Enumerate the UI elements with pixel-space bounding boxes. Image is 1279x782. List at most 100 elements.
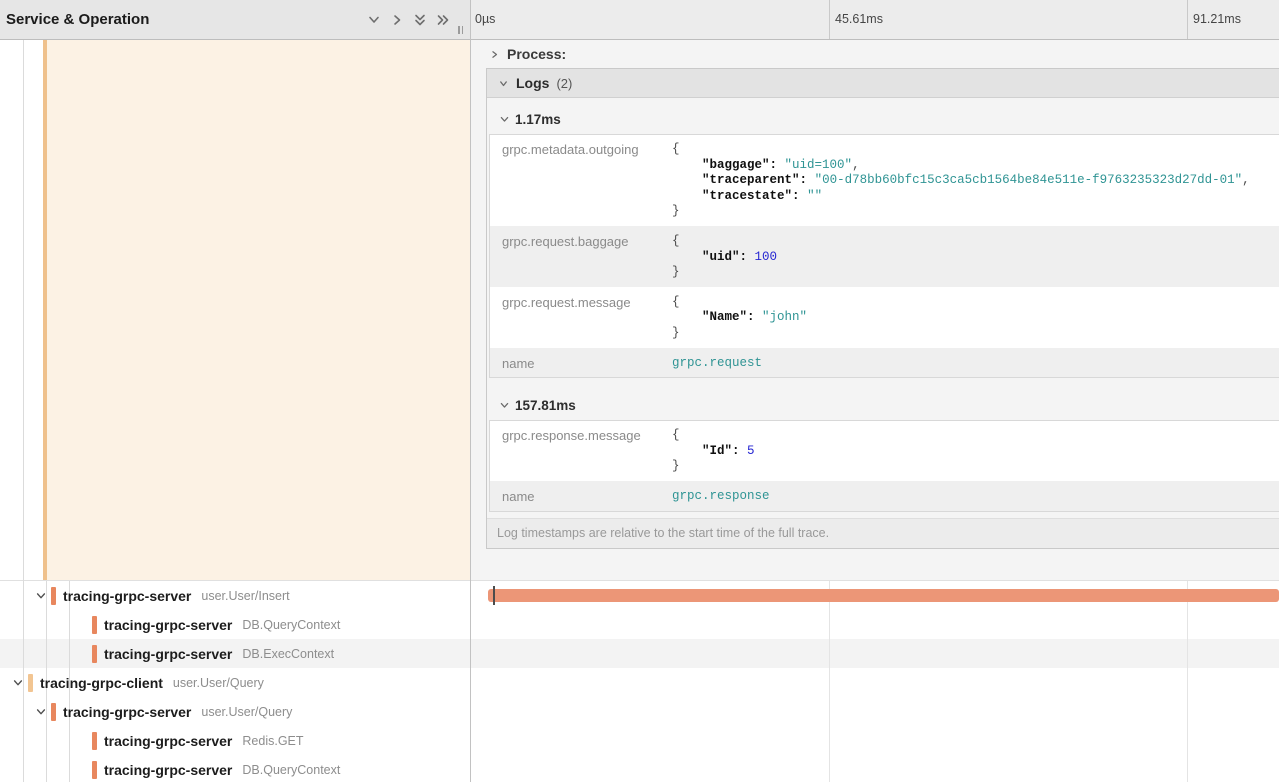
span-row-timeline[interactable] [470,639,1279,668]
span-row-name-column: tracing-grpc-server DB.QueryContext [0,610,470,639]
field-value: { "baggage": "uid=100", "traceparent": "… [672,135,1279,226]
span-row-timeline[interactable] [470,697,1279,726]
span-color-bar [51,703,56,721]
field-key: name [490,349,672,378]
log-entry-header[interactable]: 157.81ms [487,384,1279,420]
span-color-bar [92,645,97,663]
logs-accordion-header[interactable]: Logs (2) [487,69,1279,98]
field-key: grpc.request.baggage [490,227,672,287]
span-row-name-column: tracing-grpc-server DB.QueryContext [0,755,470,782]
key-value-row: grpc.response.message{ "Id": 5 } [490,421,1279,482]
span-row[interactable]: tracing-grpc-client user.User/Query [0,668,1279,697]
span-service-name: tracing-grpc-server [104,762,232,778]
logs-count: (2) [556,76,572,91]
field-key: grpc.metadata.outgoing [490,135,672,226]
span-row[interactable]: tracing-grpc-server DB.ExecContext [0,639,1279,668]
expand-chevron-icon[interactable] [35,590,47,602]
span-row[interactable]: tracing-grpc-server DB.QueryContext [0,755,1279,782]
field-value: grpc.request [672,349,1279,378]
span-row[interactable]: tracing-grpc-server DB.QueryContext [0,610,1279,639]
logs-accordion: Logs (2) 1.17msgrpc.metadata.outgoing{ "… [486,68,1279,549]
chevron-down-icon [499,114,510,125]
span-row-name-column: tracing-grpc-server user.User/Query [0,697,470,726]
span-operation-name: DB.ExecContext [242,647,334,661]
span-row-timeline[interactable] [470,610,1279,639]
span-service-name: tracing-grpc-server [104,733,232,749]
span-service-name: tracing-grpc-server [63,704,191,720]
chevron-down-icon [498,78,509,89]
logs-footer-note: Log timestamps are relative to the start… [487,518,1279,548]
span-row-timeline[interactable] [470,581,1279,610]
span-row-name-column: tracing-grpc-server Redis.GET [0,726,470,755]
expand-one-icon[interactable] [390,13,404,27]
chevron-down-icon [499,400,510,411]
process-label: Process: [507,46,566,62]
span-operation-name: user.User/Query [173,676,264,690]
span-operation-name: DB.QueryContext [242,618,340,632]
key-value-row: grpc.metadata.outgoing{ "baggage": "uid=… [490,135,1279,227]
logs-content: 1.17ms grpc.metadata.outgoing{ "baggage":… [487,98,1279,512]
span-duration-bar[interactable] [488,589,1279,602]
key-value-row: grpc.request.message{ "Name": "john" } [490,288,1279,349]
span-row-name-column: tracing-grpc-client user.User/Query [0,668,470,697]
span-service-name: tracing-grpc-client [40,675,163,691]
span-service-name: tracing-grpc-server [63,588,191,604]
span-row[interactable]: tracing-grpc-server Redis.GET [0,726,1279,755]
span-color-bar [92,761,97,779]
field-value: { "Name": "john" } [672,288,1279,348]
span-row[interactable]: tracing-grpc-server user.User/Insert [0,581,1279,610]
span-row-timeline[interactable] [470,668,1279,697]
span-service-name: tracing-grpc-server [104,617,232,633]
panel-divider[interactable] [470,0,471,782]
expand-all-icon[interactable] [436,13,450,27]
field-key: grpc.request.message [490,288,672,348]
span-row-timeline[interactable] [470,755,1279,782]
span-service-name: tracing-grpc-server [104,646,232,662]
span-color-bar [28,674,33,692]
span-color-bar [92,732,97,750]
span-row[interactable]: tracing-grpc-server user.User/Query [0,697,1279,726]
field-key: name [490,482,672,511]
field-value: { "uid": 100 } [672,227,1279,287]
span-row-name-column: tracing-grpc-server user.User/Insert [0,581,470,610]
log-timestamp: 1.17ms [515,112,561,127]
collapse-all-icon[interactable] [413,13,427,27]
span-rows: tracing-grpc-serveruser.User/Inserttraci… [0,581,1279,782]
key-value-row: namegrpc.request [490,349,1279,378]
jaeger-trace-timeline-view: Service & Operation 0µs45.61ms91.21ms Pr… [0,0,1279,782]
expand-collapse-controls [367,0,450,39]
ruler-tick-label: 91.21ms [1187,0,1279,39]
timeline-header-left: Service & Operation [0,0,470,40]
span-operation-name: user.User/Insert [201,589,289,603]
selected-span-highlight [43,40,470,580]
span-operation-name: DB.QueryContext [242,763,340,777]
service-operation-title: Service & Operation [0,11,149,28]
expand-chevron-icon[interactable] [35,706,47,718]
collapse-one-icon[interactable] [367,13,381,27]
expand-chevron-icon[interactable] [12,677,24,689]
span-detail-row: Process: Logs (2) 1.17ms grpc.metadata.ou… [0,40,1279,581]
log-timestamp: 157.81ms [515,398,576,413]
span-color-bar [51,587,56,605]
span-row-timeline[interactable] [470,726,1279,755]
timeline-ruler: 0µs45.61ms91.21ms [470,0,1279,40]
ruler-tick-label: 45.61ms [829,0,1187,39]
span-operation-name: Redis.GET [242,734,303,748]
process-accordion-header[interactable]: Process: [470,40,1279,68]
logs-label: Logs [516,75,549,91]
span-detail-left-gutter [0,40,470,580]
field-value: grpc.response [672,482,1279,511]
log-marker-tick [493,586,495,605]
log-entry-header[interactable]: 1.17ms [487,98,1279,134]
ruler-tick-label: 0µs [470,0,829,39]
chevron-right-icon [489,49,500,60]
key-value-row: grpc.request.baggage{ "uid": 100 } [490,227,1279,288]
field-key: grpc.response.message [490,421,672,481]
span-color-bar [92,616,97,634]
key-value-row: namegrpc.response [490,482,1279,511]
key-values-table: grpc.metadata.outgoing{ "baggage": "uid=… [489,134,1279,378]
span-detail-panel: Process: Logs (2) 1.17ms grpc.metadata.ou… [470,40,1279,580]
column-resizer-grip[interactable] [458,26,463,34]
field-value: { "Id": 5 } [672,421,1279,481]
span-operation-name: user.User/Query [201,705,292,719]
